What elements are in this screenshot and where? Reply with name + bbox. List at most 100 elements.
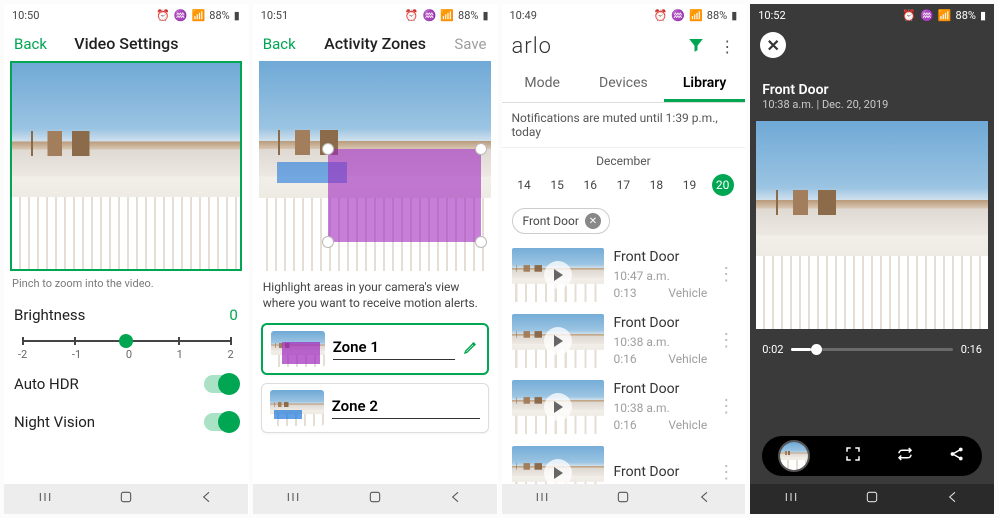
date-15[interactable]: 15 [546, 174, 568, 196]
auto-hdr-toggle[interactable] [204, 375, 238, 393]
auto-hdr-row: Auto HDR [4, 365, 248, 403]
home-button[interactable] [615, 489, 631, 509]
zone-thumb [270, 390, 324, 426]
clip-header: Front Door 10:38 a.m. | Dec. 20, 2019 [750, 26, 994, 117]
clip-time: 10:38 a.m. [614, 334, 708, 351]
more-icon[interactable]: ⋮ [717, 337, 735, 344]
clip-name: Front Door [762, 82, 982, 98]
back-nav-button[interactable] [945, 489, 961, 509]
progress-bar[interactable]: 0:02 0:16 [750, 333, 994, 366]
video-player[interactable] [756, 121, 988, 329]
clip-name: Front Door [614, 463, 708, 483]
clip-row[interactable]: Front Door ⋮ [502, 440, 746, 484]
date-17[interactable]: 17 [612, 174, 634, 196]
scrubber-thumb[interactable] [811, 344, 822, 355]
back-nav-button[interactable] [448, 489, 464, 509]
resize-handle[interactable] [475, 236, 487, 248]
resize-handle[interactable] [322, 236, 334, 248]
clip-meta: Front Door 10:38 a.m. 0:16Vehicle [614, 314, 708, 367]
date-16[interactable]: 16 [579, 174, 601, 196]
brand-bar: arlo ⋮ [502, 26, 746, 67]
filter-icon[interactable] [687, 36, 705, 58]
video-preview[interactable] [259, 61, 491, 271]
chip-label: Front Door [523, 214, 579, 228]
save-button[interactable]: Save [454, 35, 486, 53]
page-title: Activity Zones [324, 34, 426, 53]
more-icon[interactable]: ⋮ [717, 469, 735, 476]
clip-row[interactable]: Front Door 10:38 a.m. 0:16Vehicle ⋮ [502, 374, 746, 440]
zoom-hint: Pinch to zoom into the video. [4, 271, 248, 296]
clip-thumb [512, 314, 604, 368]
filter-chip[interactable]: Front Door ✕ [512, 208, 610, 234]
back-button[interactable]: Back [263, 35, 296, 53]
clip-row[interactable]: Front Door 10:47 a.m. 0:13Vehicle ⋮ [502, 242, 746, 308]
elapsed-time: 0:02 [762, 343, 783, 356]
date-14[interactable]: 14 [513, 174, 535, 196]
fullscreen-icon[interactable] [844, 445, 862, 467]
clip-duration: 0:16 [614, 351, 637, 368]
date-18[interactable]: 18 [645, 174, 667, 196]
prev-clip-thumb[interactable] [778, 440, 810, 472]
night-vision-row: Night Vision [4, 403, 248, 441]
clip-tag: Vehicle [668, 285, 707, 302]
zone-1-overlay[interactable] [328, 149, 481, 241]
screen-playback: 10:52 ⏰♒📶88%▮ ✕ Front Door 10:38 a.m. | … [750, 4, 995, 514]
mute-notice: Notifications are muted until 1:39 p.m.,… [502, 103, 746, 148]
status-bar: 10:50 ⏰♒📶88%▮ [4, 4, 248, 26]
clip-thumb [512, 248, 604, 302]
clip-timestamp: 10:38 a.m. | Dec. 20, 2019 [762, 98, 982, 111]
home-button[interactable] [864, 489, 880, 509]
scrubber-track[interactable] [791, 348, 952, 351]
date-19[interactable]: 19 [679, 174, 701, 196]
status-icons: ⏰♒📶88%▮ [654, 9, 738, 22]
video-preview[interactable] [10, 61, 242, 271]
recents-button[interactable] [285, 489, 301, 509]
pencil-icon[interactable] [463, 339, 479, 359]
clip-thumb [512, 446, 604, 484]
clip-name: Front Door [614, 248, 708, 268]
back-nav-button[interactable] [697, 489, 713, 509]
total-time: 0:16 [961, 343, 982, 356]
tabs: Mode Devices Library [502, 67, 746, 103]
tab-devices[interactable]: Devices [583, 67, 664, 102]
zone-card-2[interactable]: Zone 2 [261, 383, 489, 433]
brightness-value: 0 [229, 306, 237, 324]
more-icon[interactable]: ⋮ [717, 271, 735, 278]
back-button[interactable]: Back [14, 35, 47, 53]
date-20[interactable]: 20 [712, 174, 734, 196]
clip-name: Front Door [614, 380, 708, 400]
tab-mode[interactable]: Mode [502, 67, 583, 102]
brightness-slider[interactable]: -2 -1 0 1 2 [4, 334, 248, 365]
status-bar: 10:49 ⏰♒📶88%▮ [502, 4, 746, 26]
resize-handle[interactable] [322, 143, 334, 155]
clip-meta: Front Door 10:47 a.m. 0:13Vehicle [614, 248, 708, 301]
back-nav-button[interactable] [199, 489, 215, 509]
more-icon[interactable]: ⋮ [717, 403, 735, 410]
status-time: 10:51 [261, 9, 288, 22]
recents-button[interactable] [534, 489, 550, 509]
screen-library: 10:49 ⏰♒📶88%▮ arlo ⋮ Mode Devices Librar… [502, 4, 747, 514]
status-bar: 10:51 ⏰♒📶88%▮ [253, 4, 497, 26]
screen-activity-zones: 10:51 ⏰♒📶88%▮ Back Activity Zones Save H… [253, 4, 498, 514]
recents-button[interactable] [783, 489, 799, 509]
zone-card-1[interactable]: Zone 1 [261, 323, 489, 375]
month-label: December [502, 148, 746, 170]
night-vision-toggle[interactable] [204, 413, 238, 431]
home-button[interactable] [367, 489, 383, 509]
clip-thumb [512, 380, 604, 434]
auto-hdr-label: Auto HDR [14, 375, 79, 393]
clip-meta: Front Door 10:38 a.m. 0:16Vehicle [614, 380, 708, 433]
zone-name-input[interactable]: Zone 1 [333, 338, 455, 360]
loop-icon[interactable] [896, 445, 914, 467]
chip-remove-icon[interactable]: ✕ [585, 213, 601, 229]
header: Back Activity Zones Save [253, 26, 497, 61]
zone-name-input[interactable]: Zone 2 [332, 397, 480, 419]
clip-row[interactable]: Front Door 10:38 a.m. 0:16Vehicle ⋮ [502, 308, 746, 374]
clip-time: 10:47 a.m. [614, 268, 708, 285]
share-icon[interactable] [948, 445, 966, 467]
overflow-icon[interactable]: ⋮ [719, 37, 735, 56]
screen-video-settings: 10:50 ⏰♒📶88%▮ Back Video Settings Pinch … [4, 4, 249, 514]
home-button[interactable] [118, 489, 134, 509]
tab-library[interactable]: Library [664, 67, 745, 102]
recents-button[interactable] [37, 489, 53, 509]
